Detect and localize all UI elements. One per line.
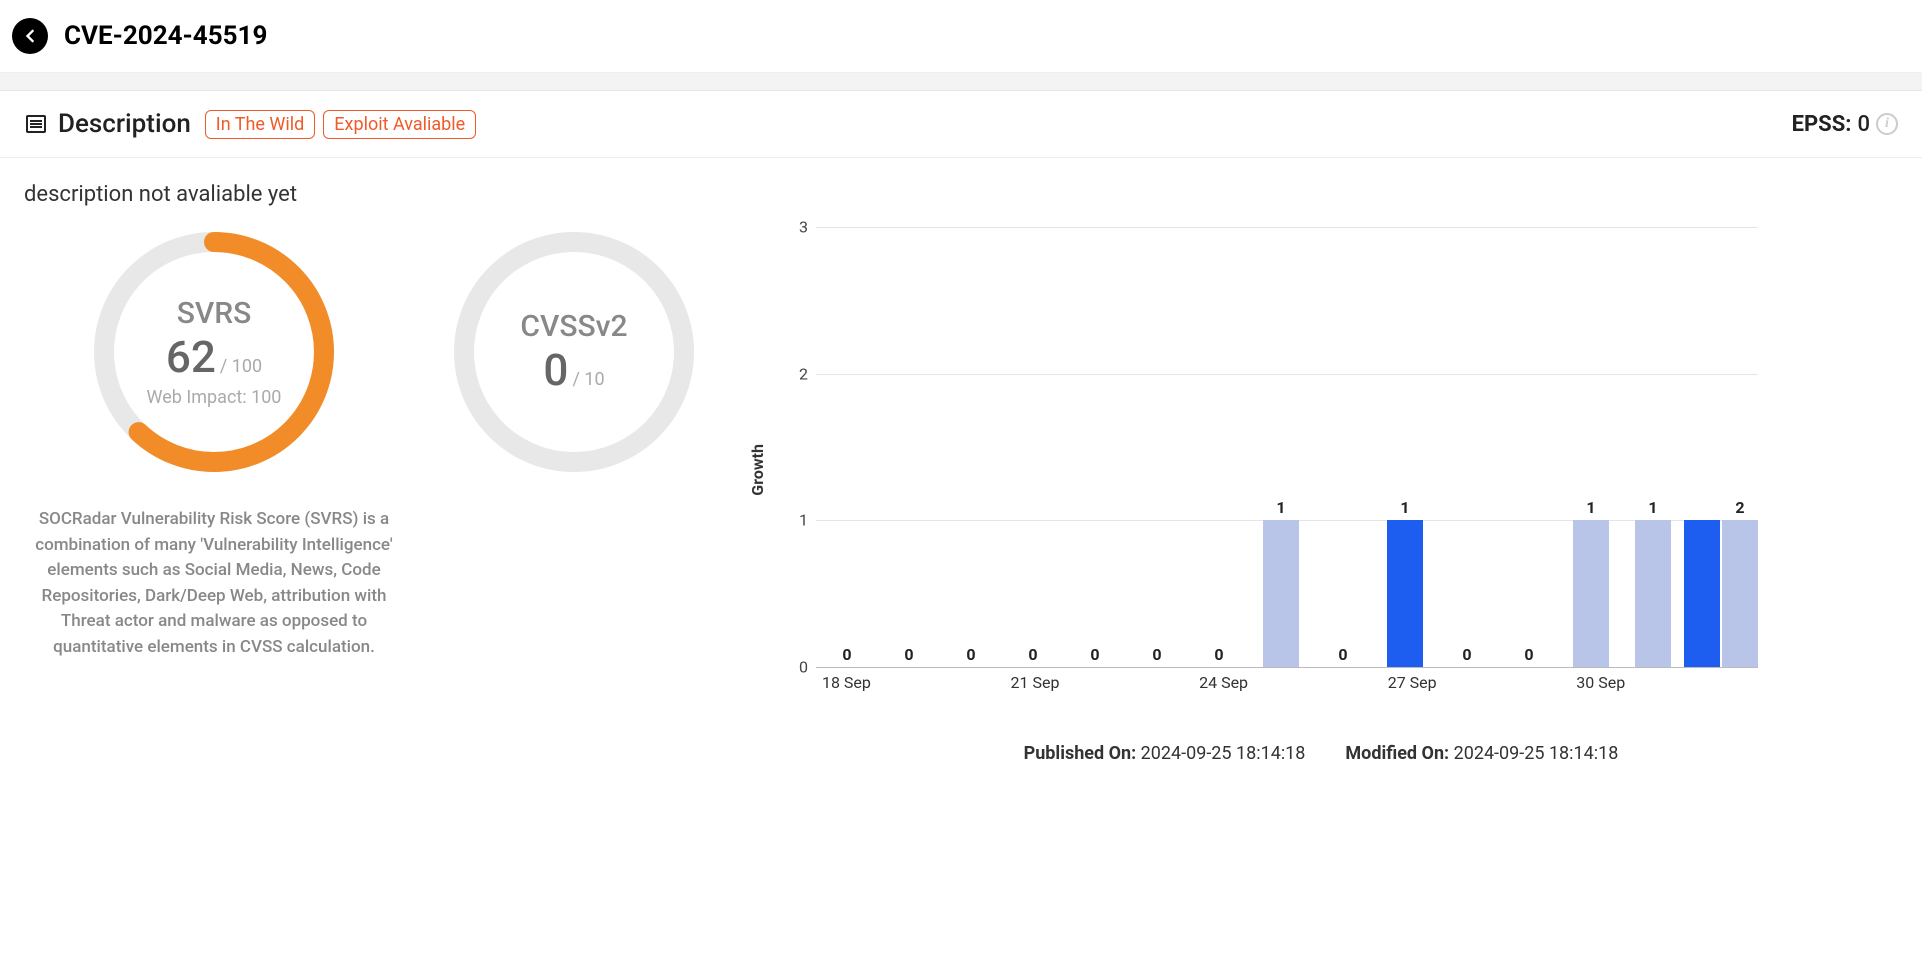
bar-cluster: 0: [940, 227, 1002, 667]
bar-cluster: 0: [1312, 227, 1374, 667]
svrs-subtitle: Web Impact: 100: [147, 387, 282, 408]
svrs-label: SVRS: [177, 296, 252, 331]
bar-cluster: 1: [1250, 227, 1312, 667]
svrs-value: 62: [166, 331, 216, 383]
bar-cluster: 1: [1622, 227, 1684, 667]
bar-cluster: 0: [1188, 227, 1250, 667]
arrow-left-icon: [20, 26, 40, 46]
info-icon[interactable]: i: [1876, 113, 1898, 135]
cvss-value: 0: [543, 344, 568, 396]
tag-exploit-available: Exploit Avaliable: [323, 110, 476, 139]
bar-cluster: 2: [1684, 227, 1758, 667]
chart-x-axis: 18 Sep21 Sep24 Sep27 Sep30 Sep: [815, 673, 1758, 713]
page-title: CVE-2024-45519: [64, 21, 267, 51]
bar-cluster: 0: [1126, 227, 1188, 667]
content-area: description not avaliable yet SVRS 62 / …: [0, 158, 1922, 788]
tag-in-the-wild: In The Wild: [205, 110, 316, 139]
gauges-row: SVRS 62 / 100 Web Impact: 100 SOCRadar V…: [24, 227, 704, 764]
bar-cluster: 1: [1560, 227, 1622, 667]
description-text: description not avaliable yet: [24, 182, 1898, 207]
cvss-max: / 10: [572, 369, 604, 390]
publication-meta: Published On: 2024-09-25 18:14:18 Modifi…: [744, 743, 1898, 764]
svrs-max: / 100: [220, 356, 262, 377]
bar-cluster: 0: [1436, 227, 1498, 667]
back-button[interactable]: [12, 18, 48, 54]
growth-chart: Growth 0123000000010100112 18 Sep21 Sep2…: [744, 227, 1898, 764]
cvss-gauge: CVSSv2 0 / 10: [444, 227, 704, 764]
chart-y-axis-label: Growth: [744, 444, 771, 496]
list-icon: [24, 112, 48, 136]
epss-label: EPSS:: [1792, 112, 1852, 137]
published-on: Published On: 2024-09-25 18:14:18: [1024, 743, 1306, 764]
bar-cluster: 1: [1374, 227, 1436, 667]
svrs-gauge: SVRS 62 / 100 Web Impact: 100 SOCRadar V…: [24, 227, 404, 764]
section-title: Description: [58, 109, 191, 139]
bar-cluster: 0: [816, 227, 878, 667]
chart-plot-area: 0123000000010100112: [775, 227, 1758, 667]
cvss-label: CVSSv2: [520, 309, 627, 344]
bar-cluster: 0: [1498, 227, 1560, 667]
page-header: CVE-2024-45519: [0, 0, 1922, 73]
header-gap: [0, 73, 1922, 91]
epss-value: 0: [1857, 112, 1870, 137]
bar-cluster: 0: [878, 227, 940, 667]
bar-cluster: 0: [1064, 227, 1126, 667]
svrs-description: SOCRadar Vulnerability Risk Score (SVRS)…: [24, 507, 404, 660]
bar-cluster: 0: [1002, 227, 1064, 667]
modified-on: Modified On: 2024-09-25 18:14:18: [1345, 743, 1618, 764]
section-header: Description In The Wild Exploit Avaliabl…: [0, 91, 1922, 158]
